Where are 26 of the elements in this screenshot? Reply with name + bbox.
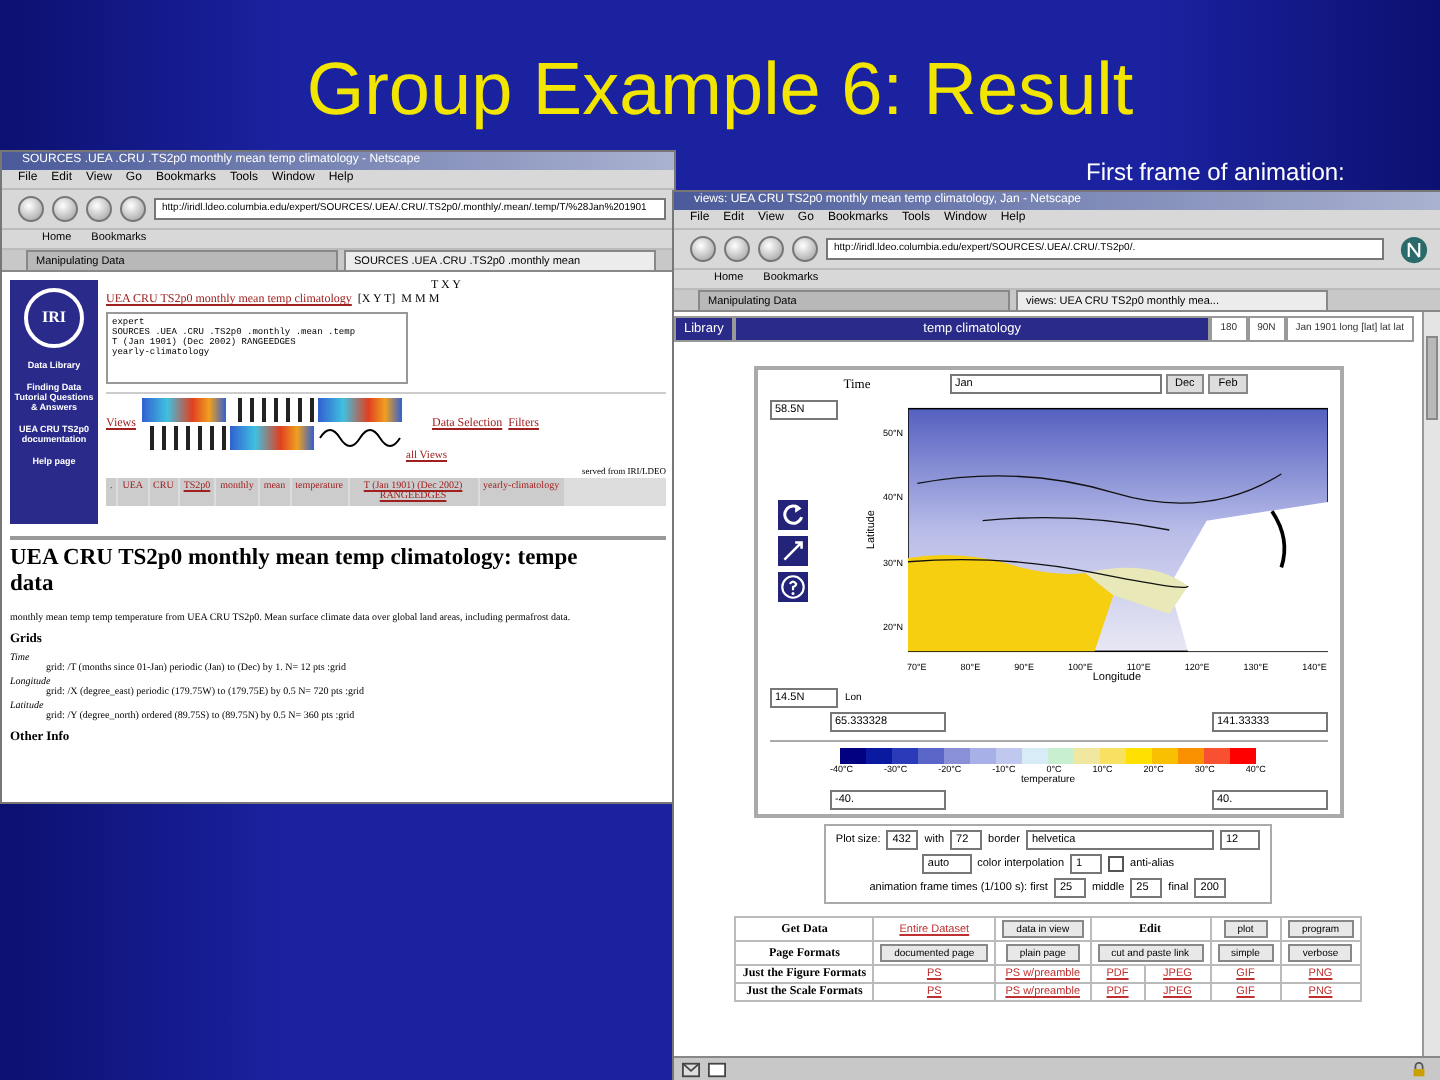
caption: First frame of animation: [1086, 158, 1345, 186]
map-thumbnail[interactable] [141, 398, 226, 422]
slide-title: Group Example 6: Result [304, 46, 1136, 132]
anti-alias-checkbox[interactable] [1108, 856, 1125, 872]
page-heading: UEA CRU TS2p0 monthly mean temp climatology: tempe [10, 546, 580, 572]
window-icon[interactable] [708, 1061, 726, 1077]
line-plot-thumbnail[interactable] [317, 426, 402, 450]
stop-button[interactable] [792, 236, 818, 262]
map-thumbnail[interactable] [317, 398, 402, 422]
refresh-icon[interactable] [777, 500, 807, 530]
lock-icon [1410, 1061, 1428, 1077]
globe-icon[interactable] [1400, 235, 1428, 263]
back-button[interactable] [690, 236, 716, 262]
forward-button[interactable] [52, 196, 78, 222]
forward-button[interactable] [724, 236, 750, 262]
page-heading: data [10, 572, 56, 598]
stop-button[interactable] [120, 196, 146, 222]
zoom-out-icon[interactable] [777, 536, 807, 566]
mail-icon[interactable] [682, 1061, 700, 1077]
help-icon[interactable] [777, 572, 807, 602]
scrollbar[interactable] [1422, 312, 1440, 1056]
reload-button[interactable] [758, 236, 784, 262]
reload-button[interactable] [86, 196, 112, 222]
back-button[interactable] [18, 196, 44, 222]
logo: IRI [24, 288, 84, 348]
map-thumbnail[interactable] [229, 426, 314, 450]
